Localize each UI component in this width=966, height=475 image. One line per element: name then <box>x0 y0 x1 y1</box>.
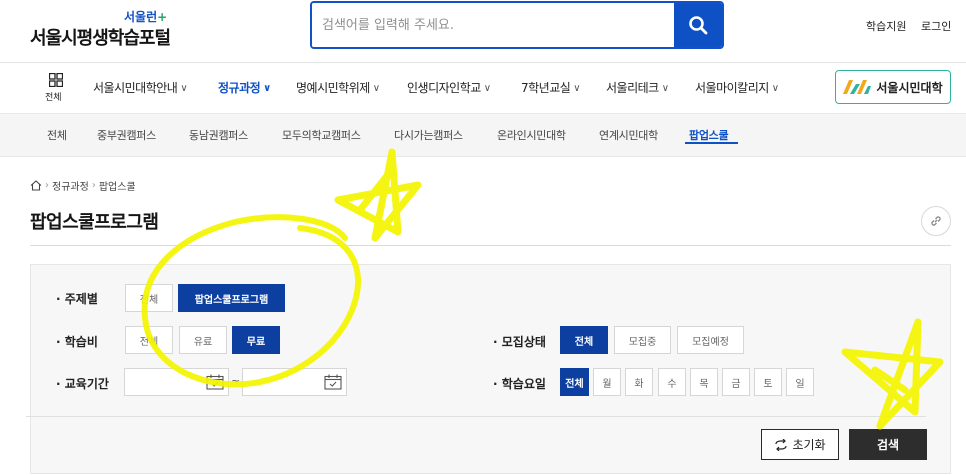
recruit-chip-open[interactable]: 모집중 <box>614 326 671 354</box>
day-chip-all[interactable]: 전체 <box>560 368 589 396</box>
gnb-item-7th-grade-class[interactable]: 7학년교실 ∨ <box>521 79 581 96</box>
site-title: 서울시평생학습포털 <box>30 28 171 49</box>
citizen-univ-logo-icon <box>843 80 872 94</box>
seoul-citizen-univ-label: 서울시민대학 <box>876 80 943 95</box>
breadcrumb: › 정규과정 › 팝업스쿨 <box>30 178 136 193</box>
subnav-item-popup-school[interactable]: 팝업스쿨 <box>689 127 729 143</box>
gnb-item-life-design-school[interactable]: 인생디자인학교 ∨ <box>407 79 491 96</box>
fee-filter-label: · 학습비 <box>56 335 98 349</box>
day-chip-wed[interactable]: 수 <box>658 368 686 396</box>
grid-menu-icon <box>49 73 63 87</box>
day-chip-sun[interactable]: 일 <box>786 368 814 396</box>
search-bar <box>310 1 724 49</box>
gnb-item-seoul-my-college[interactable]: 서울마이칼리지 ∨ <box>695 79 779 96</box>
seoul-learn-badge: 서울런+ <box>124 10 168 24</box>
subnav-item-central-campus[interactable]: 중부권캠퍼스 <box>97 127 156 143</box>
breadcrumb-item-regular-course[interactable]: 정규과정 <box>52 178 89 193</box>
chevron-down-icon: ∨ <box>661 83 669 94</box>
title-divider <box>30 245 951 246</box>
day-chip-fri[interactable]: 금 <box>722 368 750 396</box>
recruit-chip-upcoming[interactable]: 모집예정 <box>677 326 744 354</box>
login-link[interactable]: 로그인 <box>921 18 951 34</box>
fee-chip-all[interactable]: 전체 <box>125 326 173 354</box>
refresh-icon <box>775 438 788 451</box>
breadcrumb-item-popup-school: 팝업스쿨 <box>98 182 136 193</box>
chevron-down-icon: ∨ <box>263 83 271 94</box>
period-separator: ~ <box>231 374 241 387</box>
all-menu-label: 전체 <box>45 93 62 103</box>
highlight-star-mark <box>334 148 422 242</box>
main-nav: 전체 서울시민대학안내 ∨ 정규과정 ∨ 명예시민학위제 ∨ 인생디자인학교 ∨ 7학년… <box>0 63 966 113</box>
all-menu-button[interactable]: 전체 <box>44 73 68 103</box>
day-chip-mon[interactable]: 월 <box>593 368 621 396</box>
gnb-item-seoul-retech[interactable]: 서울리테크 ∨ <box>606 79 669 96</box>
search-button[interactable] <box>674 3 722 47</box>
chevron-down-icon: ∨ <box>372 83 380 94</box>
recruit-status-filter-label: · 모집상태 <box>493 335 546 349</box>
chevron-down-icon: ∨ <box>180 83 188 94</box>
subnav-item-all[interactable]: 전체 <box>47 127 67 143</box>
filter-search-button[interactable]: 검색 <box>849 429 927 460</box>
day-chip-tue[interactable]: 화 <box>625 368 653 396</box>
period-start-date-input[interactable] <box>124 368 229 396</box>
recruit-chip-all[interactable]: 전체 <box>560 326 608 354</box>
topic-chip-all[interactable]: 전체 <box>125 284 173 312</box>
day-chip-thu[interactable]: 목 <box>690 368 718 396</box>
subnav-item-southeast-campus[interactable]: 동남권캠퍼스 <box>189 127 248 143</box>
period-end-date-input[interactable] <box>242 368 347 396</box>
fee-chip-free[interactable]: 무료 <box>232 326 280 354</box>
gnb-item-citizen-univ-info[interactable]: 서울시민대학안내 ∨ <box>93 79 188 96</box>
subnav-item-everyone-school-campus[interactable]: 모두의학교캠퍼스 <box>282 127 361 143</box>
site-logo[interactable]: 서울런+ 서울시평생학습포털 <box>30 8 190 50</box>
reset-button[interactable]: 초기화 <box>761 429 839 460</box>
search-input[interactable] <box>312 3 676 47</box>
day-chip-sat[interactable]: 토 <box>754 368 782 396</box>
home-icon[interactable] <box>30 180 42 191</box>
filter-divider <box>26 416 926 417</box>
reset-label: 초기화 <box>792 438 826 452</box>
page-title: 팝업스쿨프로그램 <box>30 212 159 233</box>
study-day-filter-label: · 학습요일 <box>493 377 546 391</box>
subnav-item-revisit-campus[interactable]: 다시가는캠퍼스 <box>394 127 463 143</box>
chevron-down-icon: ∨ <box>483 83 491 94</box>
chevron-down-icon: ∨ <box>573 83 581 94</box>
calendar-icon[interactable] <box>324 374 342 390</box>
seoul-citizen-univ-button[interactable]: 서울시민대학 <box>835 70 951 104</box>
fee-chip-paid[interactable]: 유료 <box>179 326 227 354</box>
chevron-down-icon: ∨ <box>771 83 779 94</box>
topic-chip-popup-program[interactable]: 팝업스쿨프로그램 <box>178 284 285 312</box>
calendar-icon[interactable] <box>206 374 224 390</box>
share-link-button[interactable] <box>921 206 951 236</box>
breadcrumb-separator-icon: › <box>45 180 49 191</box>
period-filter-label: · 교육기간 <box>56 377 109 391</box>
topic-filter-label: · 주제별 <box>56 292 98 306</box>
link-icon <box>931 216 941 226</box>
gnb-item-regular-course[interactable]: 정규과정 ∨ <box>218 79 271 96</box>
search-icon <box>689 16 708 35</box>
sub-nav: 전체 중부권캠퍼스 동남권캠퍼스 모두의학교캠퍼스 다시가는캠퍼스 온라인시민대… <box>0 113 966 157</box>
subnav-item-online-citizen-univ[interactable]: 온라인시민대학 <box>497 127 566 143</box>
subnav-active-underline <box>685 142 738 144</box>
gnb-item-honorary-degree[interactable]: 명예시민학위제 ∨ <box>296 79 380 96</box>
subnav-item-linked-citizen-univ[interactable]: 연계시민대학 <box>599 127 658 143</box>
breadcrumb-separator-icon: › <box>91 180 96 191</box>
support-link[interactable]: 학습지원 <box>866 18 906 34</box>
